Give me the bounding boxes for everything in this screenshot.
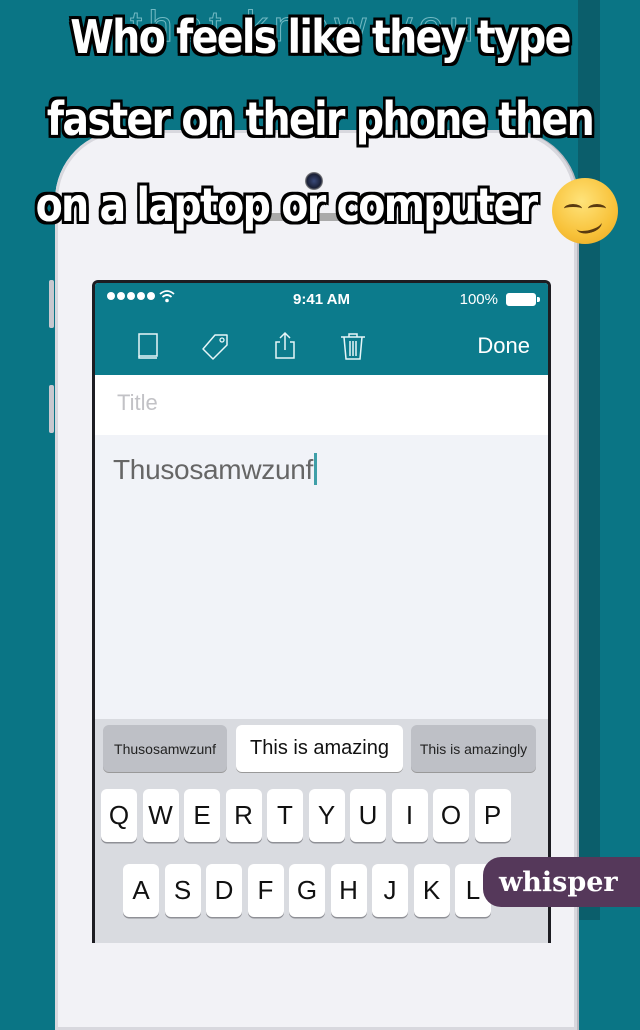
headline-line-2: faster on their phone then: [46, 92, 595, 146]
book-icon[interactable]: [133, 331, 163, 361]
key-u[interactable]: U: [350, 789, 386, 842]
key-q[interactable]: Q: [101, 789, 137, 842]
title-input[interactable]: [115, 389, 519, 417]
key-f[interactable]: F: [247, 864, 284, 917]
key-s[interactable]: S: [164, 864, 201, 917]
suggestion-right[interactable]: This is amazingly: [411, 725, 536, 772]
whisper-watermark: whisper: [483, 857, 640, 907]
note-body[interactable]: Thusosamwzunf: [113, 453, 317, 486]
smirking-face-emoji-icon: [552, 178, 618, 244]
keyboard: Q W E R T Y U I O P A S D F G H J K L: [95, 779, 548, 943]
text-caret: [313, 453, 317, 485]
key-e[interactable]: E: [184, 789, 220, 842]
tag-icon[interactable]: [201, 331, 231, 361]
key-y[interactable]: Y: [308, 789, 345, 842]
key-o[interactable]: O: [433, 789, 469, 842]
phone-screen: 9:41 AM 100% Done Thusosamwzunf Thusosam…: [92, 280, 551, 943]
key-a[interactable]: A: [123, 864, 159, 917]
headline-line-1: Who feels like they type: [70, 10, 571, 64]
trash-icon[interactable]: [338, 331, 368, 361]
suggestion-left[interactable]: Thusosamwzunf: [103, 725, 227, 772]
volume-down-button: [49, 385, 54, 433]
status-bar: 9:41 AM 100%: [95, 283, 548, 317]
predictive-bar: Thusosamwzunf This is amazing This is am…: [95, 719, 548, 779]
key-w[interactable]: W: [142, 789, 179, 842]
key-p[interactable]: P: [474, 789, 511, 842]
note-body-field[interactable]: Thusosamwzunf: [95, 435, 548, 717]
key-k[interactable]: K: [413, 864, 450, 917]
volume-up-button: [49, 280, 54, 328]
share-icon[interactable]: [270, 331, 300, 361]
key-g[interactable]: G: [289, 864, 325, 917]
suggestion-middle[interactable]: This is amazing: [236, 725, 403, 772]
key-d[interactable]: D: [206, 864, 242, 917]
note-body-text: Thusosamwzunf: [113, 454, 313, 485]
key-h[interactable]: H: [330, 864, 367, 917]
battery-icon: [506, 293, 540, 306]
key-j[interactable]: J: [372, 864, 408, 917]
done-button[interactable]: Done: [477, 333, 530, 359]
key-r[interactable]: R: [225, 789, 262, 842]
battery-percent: 100%: [459, 291, 498, 308]
key-i[interactable]: I: [391, 789, 428, 842]
headline-line-3: on a laptop or computer: [35, 178, 539, 232]
note-title-field[interactable]: [95, 375, 548, 435]
key-t[interactable]: T: [267, 789, 303, 842]
note-toolbar: Done: [95, 317, 548, 375]
